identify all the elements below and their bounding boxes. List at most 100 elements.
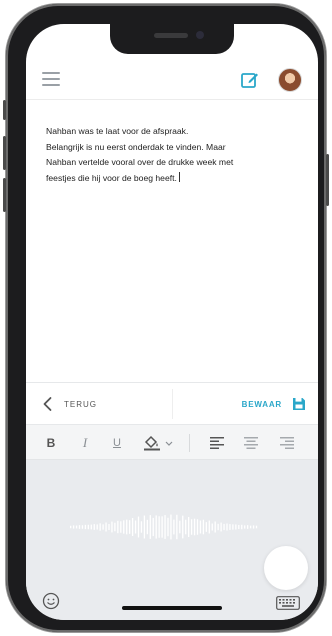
align-center-button[interactable] bbox=[244, 435, 258, 451]
waveform-bar bbox=[235, 524, 237, 530]
fill-color-button[interactable] bbox=[142, 435, 176, 451]
waveform-bar bbox=[152, 517, 154, 537]
waveform-bar bbox=[93, 524, 95, 530]
volume-down-button bbox=[3, 178, 6, 212]
waveform-bar bbox=[185, 519, 187, 535]
underline-button[interactable]: U bbox=[110, 435, 124, 451]
waveform-bar bbox=[137, 516, 140, 538]
waveform-bar bbox=[196, 519, 199, 535]
waveform-bar bbox=[249, 525, 252, 529]
waveform-bar bbox=[117, 520, 119, 534]
waveform-bar bbox=[90, 524, 92, 530]
waveform-bar bbox=[108, 523, 110, 531]
align-right-icon bbox=[280, 437, 294, 449]
front-camera bbox=[196, 31, 204, 39]
note-line: Nahban vertelde vooral over de drukke we… bbox=[46, 157, 234, 167]
paint-bucket-icon bbox=[144, 435, 173, 451]
waveform-bar bbox=[226, 523, 228, 531]
keyboard-icon[interactable] bbox=[276, 596, 300, 610]
waveform-bar bbox=[102, 524, 104, 530]
waveform-bar bbox=[123, 520, 125, 534]
home-indicator bbox=[122, 606, 222, 610]
waveform-bar bbox=[111, 521, 113, 533]
waveform-bar bbox=[188, 517, 190, 537]
waveform-bar bbox=[87, 524, 89, 530]
speaker-grille bbox=[154, 33, 188, 38]
waveform-bar bbox=[99, 523, 101, 531]
waveform-bar bbox=[167, 517, 169, 537]
toolbar-separator bbox=[189, 434, 190, 452]
waveform-bar bbox=[182, 515, 184, 539]
waveform-bar bbox=[220, 522, 222, 532]
waveform-bar bbox=[190, 519, 193, 535]
waveform-bar bbox=[223, 523, 225, 531]
waveform-bar bbox=[173, 519, 175, 535]
voice-input-panel bbox=[26, 460, 318, 620]
edit-note-icon[interactable] bbox=[240, 70, 260, 90]
app-header bbox=[26, 60, 318, 100]
back-button[interactable]: TERUG bbox=[40, 393, 97, 415]
waveform-bar bbox=[72, 525, 75, 529]
waveform-bar bbox=[70, 525, 72, 529]
user-avatar[interactable] bbox=[278, 68, 302, 92]
waveform-bar bbox=[205, 522, 207, 532]
waveform-bar bbox=[126, 519, 128, 535]
waveform-bar bbox=[211, 523, 213, 531]
save-button[interactable]: BEWAAR bbox=[242, 393, 306, 415]
back-label: TERUG bbox=[64, 399, 97, 409]
waveform-bar bbox=[208, 520, 210, 534]
action-bar: TERUG BEWAAR bbox=[26, 382, 318, 424]
waveform-bar bbox=[84, 524, 87, 530]
waveform-bar bbox=[143, 515, 146, 539]
waveform-bar bbox=[202, 519, 205, 535]
floppy-disk-icon bbox=[293, 398, 305, 410]
volume-up-button bbox=[3, 136, 6, 170]
waveform-bar bbox=[114, 522, 116, 532]
note-line: feestjes die hij voor de boeg heeft. bbox=[46, 171, 302, 187]
hamburger-menu-icon[interactable] bbox=[42, 72, 60, 86]
note-line: Belangrijk is nu eerst onderdak te vinde… bbox=[46, 141, 226, 152]
waveform-bar bbox=[244, 525, 246, 529]
waveform-bar bbox=[140, 521, 143, 533]
format-toolbar: B I U bbox=[26, 424, 318, 460]
waveform-bar bbox=[179, 520, 181, 534]
waveform-bar bbox=[164, 515, 166, 539]
bold-button[interactable]: B bbox=[44, 435, 58, 451]
note-line: Nahban was te laat voor de afspraak. bbox=[46, 126, 189, 136]
record-button[interactable] bbox=[264, 546, 308, 590]
waveform-bar bbox=[232, 524, 234, 530]
waveform-bar bbox=[105, 522, 107, 532]
note-editor[interactable]: Nahban was te laat voor de afspraak. Bel… bbox=[46, 124, 302, 186]
waveform-bar bbox=[81, 525, 84, 529]
align-right-button[interactable] bbox=[280, 435, 294, 451]
waveform-bar bbox=[146, 519, 148, 535]
waveform-bar bbox=[252, 525, 255, 529]
audio-waveform bbox=[70, 514, 258, 540]
waveform-bar bbox=[255, 525, 258, 529]
waveform-bar bbox=[120, 521, 122, 533]
waveform-bar bbox=[161, 516, 163, 538]
waveform-bar bbox=[217, 523, 219, 531]
waveform-bar bbox=[129, 520, 131, 534]
save-label: BEWAAR bbox=[241, 399, 282, 409]
text-caret bbox=[178, 171, 180, 182]
waveform-bar bbox=[176, 514, 178, 540]
italic-button[interactable]: I bbox=[78, 435, 92, 451]
phone-frame: Nahban was te laat voor de afspraak. Bel… bbox=[3, 4, 329, 632]
align-left-icon bbox=[210, 437, 224, 449]
waveform-bar bbox=[247, 525, 249, 529]
waveform-bar bbox=[193, 518, 196, 536]
waveform-bar bbox=[229, 524, 231, 530]
align-left-button[interactable] bbox=[210, 435, 224, 451]
waveform-bar bbox=[75, 525, 78, 529]
waveform-bar bbox=[134, 520, 137, 534]
waveform-bar bbox=[149, 515, 151, 539]
emoji-icon[interactable] bbox=[42, 592, 60, 610]
mute-switch bbox=[3, 100, 6, 120]
waveform-bar bbox=[214, 521, 216, 533]
align-center-icon bbox=[244, 437, 258, 449]
waveform-bar bbox=[78, 525, 81, 529]
chevron-left-icon bbox=[43, 397, 52, 411]
waveform-bar bbox=[96, 524, 98, 530]
power-button bbox=[326, 154, 329, 206]
